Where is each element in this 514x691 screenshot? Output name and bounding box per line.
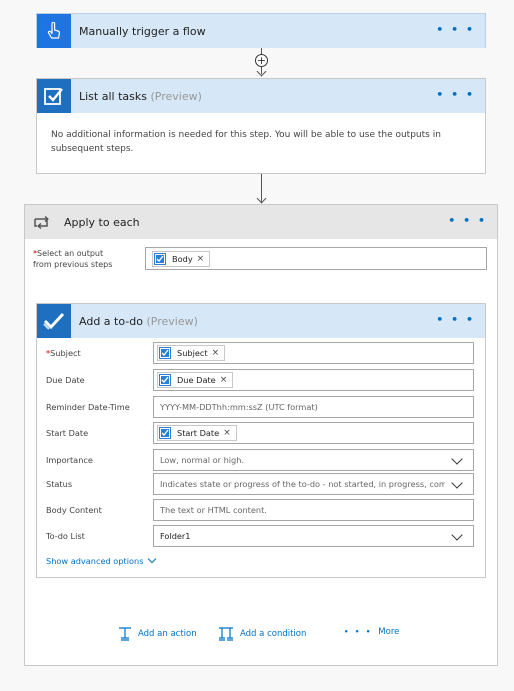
subject-token-label: Subject [177, 348, 208, 358]
checkbox-icon [158, 426, 172, 440]
status-dropdown[interactable]: Indicates state or progress of the to-do… [153, 473, 474, 495]
subject-label-text: Subject [50, 348, 81, 358]
trigger-title: Manually trigger a flow [79, 24, 206, 38]
list-tasks-more-button[interactable]: • • • [436, 88, 475, 101]
select-output-label: *Select an output from previous steps [33, 249, 113, 269]
checkbox-icon [158, 373, 172, 387]
preview-label: (Preview) [146, 314, 198, 328]
trigger-card[interactable]: Manually trigger a flow • • • [36, 13, 486, 48]
more-dots-icon: • • • [344, 628, 373, 636]
arrow-down-icon [256, 193, 267, 204]
reminder-row: Reminder Date-Time YYYY-MM-DDThh:mm:ssZ … [46, 396, 474, 418]
subject-field[interactable]: Subject × [153, 342, 474, 364]
due-date-row: Due Date Due Date × [46, 369, 474, 391]
show-advanced-label: Show advanced options [46, 556, 144, 566]
subject-row: *Subject Subject × [46, 342, 474, 364]
importance-label: Importance [46, 455, 93, 465]
add-todo-more-button[interactable]: • • • [436, 313, 475, 326]
body-content-label: Body Content [46, 505, 102, 515]
chevron-down-icon [451, 529, 463, 541]
add-condition-icon [219, 627, 233, 641]
add-condition-button[interactable]: Add a condition [218, 627, 306, 641]
todo-list-value: Folder1 [160, 531, 191, 541]
add-action-icon [119, 627, 131, 641]
remove-token-icon[interactable]: × [212, 348, 220, 358]
select-output-field[interactable]: Body × [145, 247, 487, 270]
trigger-more-button[interactable]: • • • [436, 23, 475, 36]
subject-label: *Subject [46, 348, 81, 358]
checkbox-icon [153, 251, 167, 266]
apply-to-each-header[interactable]: Apply to each • • • [25, 205, 497, 239]
body-token[interactable]: Body × [152, 250, 211, 267]
due-date-field[interactable]: Due Date × [153, 369, 474, 391]
more-button[interactable]: • • • More [344, 627, 399, 637]
select-output-label-line1: Select an output [37, 249, 104, 258]
loop-icon [25, 205, 59, 239]
reminder-field[interactable]: YYYY-MM-DDThh:mm:ssZ (UTC format) [153, 396, 474, 418]
list-tasks-info: No additional information is needed for … [51, 130, 441, 154]
insert-step-plus-icon[interactable]: + [255, 54, 268, 67]
preview-label: (Preview) [150, 89, 202, 103]
add-action-button[interactable]: Add an action [118, 627, 197, 641]
status-label: Status [46, 479, 73, 489]
list-tasks-header[interactable]: List all tasks (Preview) • • • [37, 79, 485, 113]
due-date-label: Due Date [46, 375, 85, 385]
add-todo-header[interactable]: Add a to-do (Preview) • • • [37, 304, 485, 338]
start-date-label: Start Date [46, 428, 89, 438]
remove-token-icon[interactable]: × [220, 375, 228, 385]
more-label: More [378, 627, 400, 637]
chevron-down-icon [451, 453, 463, 465]
list-tasks-title: List all tasks (Preview) [79, 90, 202, 103]
start-date-field[interactable]: Start Date × [153, 422, 474, 444]
start-date-token-label: Start Date [177, 428, 220, 438]
select-output-label-line2: from previous steps [33, 260, 113, 269]
apply-to-each-title: Apply to each [64, 215, 140, 229]
remove-token-icon[interactable]: × [223, 428, 231, 438]
todo-check-icon [37, 304, 71, 338]
status-row: Status Indicates state or progress of th… [46, 473, 474, 495]
add-condition-label: Add a condition [240, 629, 307, 639]
add-todo-title: Add a to-do (Preview) [79, 315, 198, 328]
add-todo-title-text: Add a to-do [79, 314, 143, 328]
checkbox-tasks-icon [37, 79, 71, 113]
todo-list-dropdown[interactable]: Folder1 [153, 525, 474, 547]
add-action-label: Add an action [138, 629, 197, 639]
arrow-down-icon [256, 66, 267, 77]
start-date-row: Start Date Start Date × [46, 422, 474, 444]
todo-list-label: To-do List [46, 531, 85, 541]
body-content-field[interactable]: The text or HTML content. [153, 499, 474, 521]
due-date-token[interactable]: Due Date × [157, 372, 234, 388]
apply-to-each-more-button[interactable]: • • • [448, 214, 487, 227]
body-token-label: Body [172, 253, 193, 264]
checkbox-icon [158, 346, 172, 360]
hand-touch-icon [37, 14, 71, 48]
chevron-down-icon [451, 477, 463, 489]
importance-row: Importance Low, normal or high. [46, 449, 474, 471]
body-content-row: Body Content The text or HTML content. [46, 499, 474, 521]
list-tasks-title-text: List all tasks [79, 89, 147, 103]
trigger-header[interactable]: Manually trigger a flow • • • [37, 14, 485, 48]
status-placeholder: Indicates state or progress of the to-do… [160, 479, 445, 489]
reminder-label: Reminder Date-Time [46, 402, 130, 412]
list-tasks-card[interactable]: List all tasks (Preview) • • • No additi… [36, 78, 486, 174]
todo-list-row: To-do List Folder1 [46, 525, 474, 547]
start-date-token[interactable]: Start Date × [157, 425, 237, 441]
due-date-token-label: Due Date [177, 375, 216, 385]
remove-token-icon[interactable]: × [197, 254, 205, 264]
importance-dropdown[interactable]: Low, normal or high. [153, 449, 474, 471]
importance-placeholder: Low, normal or high. [160, 455, 245, 465]
chevron-down-icon [148, 554, 157, 564]
subject-token[interactable]: Subject × [157, 345, 226, 361]
show-advanced-options-link[interactable]: Show advanced options [46, 554, 157, 566]
